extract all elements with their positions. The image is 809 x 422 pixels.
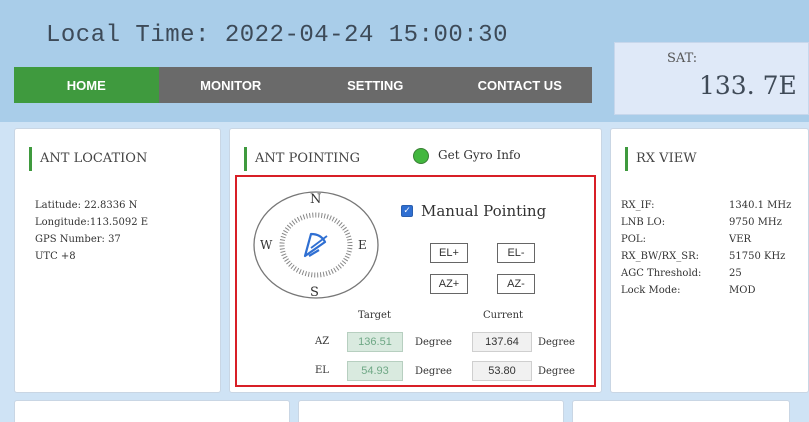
target-header: Target — [358, 310, 391, 321]
az-minus-button[interactable]: AZ- — [497, 274, 535, 294]
lock-mode-label: Lock Mode: — [621, 285, 681, 296]
rx-bw-label: RX_BW/RX_SR: — [621, 251, 700, 262]
nav-bar: HOME MONITOR SETTING CONTACT US — [14, 67, 592, 103]
ant-pointing-title: ANT POINTING — [244, 147, 360, 171]
rx-if-label: RX_IF: — [621, 200, 655, 211]
sat-value: 133. 7E — [699, 71, 797, 100]
az-plus-button[interactable]: AZ+ — [430, 274, 468, 294]
compass-w: W — [260, 238, 273, 252]
current-header: Current — [483, 310, 524, 321]
nav-monitor[interactable]: MONITOR — [158, 67, 303, 103]
lnb-lo-label: LNB LO: — [621, 217, 666, 228]
bottom-panel-1 — [14, 400, 290, 422]
agc-threshold-label: AGC Threshold: — [621, 268, 702, 279]
rx-view-panel: RX VIEW RX_IF: LNB LO: POL: RX_BW/RX_SR:… — [610, 128, 809, 393]
ant-location-title: ANT LOCATION — [29, 147, 147, 171]
ant-location-info: Latitude: 22.8336 N Longitude:113.5092 E… — [35, 197, 148, 265]
el-current-value: 53.80 — [472, 361, 532, 381]
nav-home[interactable]: HOME — [14, 67, 159, 103]
utc-row: UTC +8 — [35, 251, 76, 262]
rx-view-labels: RX_IF: LNB LO: POL: RX_BW/RX_SR: AGC Thr… — [621, 197, 731, 299]
az-current-unit: Degree — [538, 337, 575, 348]
compass-s: S — [310, 285, 319, 300]
rx-bw-value: 51750 KHz — [729, 251, 786, 262]
pol-label: POL: — [621, 234, 646, 245]
ant-location-panel: ANT LOCATION Latitude: 22.8336 N Longitu… — [14, 128, 221, 393]
manual-pointing-checkbox[interactable]: ✓ — [401, 205, 413, 217]
gps-number-row: GPS Number: 37 — [35, 234, 121, 245]
compass-e: E — [358, 238, 367, 252]
el-label: EL — [315, 365, 329, 376]
gyro-status-dot[interactable] — [413, 148, 429, 164]
el-current-unit: Degree — [538, 366, 575, 377]
rx-view-title: RX VIEW — [625, 147, 697, 171]
latitude-row: Latitude: 22.8336 N — [35, 200, 138, 211]
bottom-panel-3 — [572, 400, 790, 422]
az-current-value: 137.64 — [472, 332, 532, 352]
bottom-panel-2 — [298, 400, 564, 422]
longitude-row: Longitude:113.5092 E — [35, 217, 149, 228]
agc-threshold-value: 25 — [729, 268, 742, 279]
el-minus-button[interactable]: EL- — [497, 243, 535, 263]
el-target-value[interactable]: 54.93 — [347, 361, 403, 381]
nav-contact-us[interactable]: CONTACT US — [447, 67, 592, 103]
compass-n: N — [310, 192, 321, 207]
sat-box: SAT: 133. 7E — [614, 42, 809, 115]
az-target-unit: Degree — [415, 337, 452, 348]
nav-setting[interactable]: SETTING — [303, 67, 448, 103]
el-target-unit: Degree — [415, 366, 452, 377]
local-time: Local Time: 2022-04-24 15:00:30 — [46, 22, 508, 49]
az-label: AZ — [315, 336, 330, 347]
lnb-lo-value: 9750 MHz — [729, 217, 782, 228]
pol-value: VER — [729, 234, 752, 245]
az-target-value[interactable]: 136.51 — [347, 332, 403, 352]
rx-view-values: 1340.1 MHz 9750 MHz VER 51750 KHz 25 MOD — [729, 197, 809, 299]
sat-label: SAT: — [667, 51, 698, 66]
compass-dial: N S E W — [253, 191, 379, 300]
lock-mode-value: MOD — [729, 285, 756, 296]
rx-if-value: 1340.1 MHz — [729, 200, 792, 211]
manual-pointing-label: Manual Pointing — [421, 202, 547, 220]
get-gyro-info-label[interactable]: Get Gyro Info — [438, 148, 521, 162]
el-plus-button[interactable]: EL+ — [430, 243, 468, 263]
